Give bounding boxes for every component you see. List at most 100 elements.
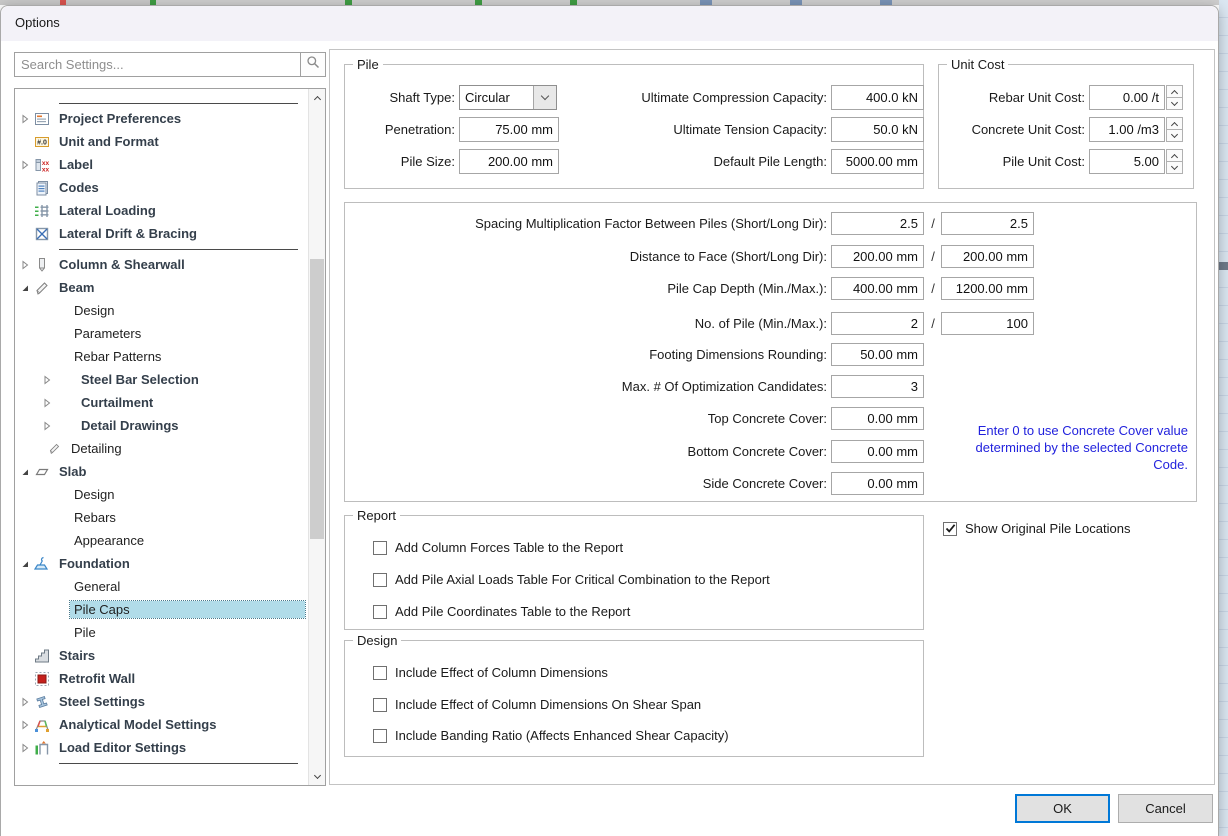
max-of-optimization-candidates-field[interactable]: 3 — [831, 375, 924, 398]
tree-item-pile-caps[interactable]: Pile Caps — [15, 598, 308, 621]
ok-button[interactable]: OK — [1015, 794, 1110, 823]
rebar-unit-cost-field[interactable]: 0.00 /t — [1089, 85, 1165, 110]
spin-down-button[interactable] — [1166, 97, 1183, 110]
tree-item-curtailment[interactable]: Curtailment — [15, 391, 308, 414]
tree-item-project-preferences[interactable]: Project Preferences — [15, 107, 308, 130]
design-group-title: Design — [353, 633, 401, 648]
expander-collapsed-icon[interactable] — [41, 420, 53, 432]
include-effect-of-column-dimensions-on-shear-span-checkbox[interactable]: Include Effect of Column Dimensions On S… — [373, 697, 701, 712]
tree-item-label: Detail Drawings — [77, 417, 183, 434]
search-button[interactable] — [300, 53, 325, 76]
window-title: Options — [15, 15, 60, 30]
search-input[interactable] — [15, 53, 300, 76]
foundation-icon — [33, 556, 51, 572]
tree-item-label: Rebars — [70, 509, 120, 526]
scroll-up-button[interactable] — [309, 89, 325, 106]
add-column-forces-table-to-the-report-checkbox[interactable]: Add Column Forces Table to the Report — [373, 540, 623, 555]
expander-expanded-icon[interactable] — [19, 466, 31, 478]
spacing-multiplication-factor-between-piles-short-long-dir-label: Spacing Multiplication Factor Between Pi… — [345, 212, 827, 235]
tree-item-detail-drawings[interactable]: Detail Drawings — [15, 414, 308, 437]
no-of-pile-min-max-label: No. of Pile (Min./Max.): — [345, 312, 827, 335]
chevron-up-icon — [1171, 89, 1178, 96]
tree-item-design[interactable]: Design — [15, 299, 308, 322]
scroll-down-button[interactable] — [309, 768, 325, 785]
expander-collapsed-icon[interactable] — [19, 113, 31, 125]
pile-size-label: Pile Size: — [345, 149, 455, 174]
tree-item-analytical-model-settings[interactable]: Analytical Model Settings — [15, 713, 308, 736]
add-pile-axial-loads-table-for-critical-combination-to-the-report-checkbox[interactable]: Add Pile Axial Loads Table For Critical … — [373, 572, 770, 587]
checkbox — [373, 573, 387, 587]
tree-scrollbar[interactable] — [308, 89, 325, 785]
include-effect-of-column-dimensions-checkbox[interactable]: Include Effect of Column Dimensions — [373, 665, 608, 680]
tree-item-load-editor-settings[interactable]: Load Editor Settings — [15, 736, 308, 759]
tree-item-pile[interactable]: Pile — [15, 621, 308, 644]
pile-cap-depth-min-max-field[interactable]: 400.00 mm — [831, 277, 924, 300]
add-pile-coordinates-table-to-the-report-checkbox[interactable]: Add Pile Coordinates Table to the Report — [373, 604, 630, 619]
tree-item-label[interactable]: xxxxLabel — [15, 153, 308, 176]
show-original-pile-locations-checkbox[interactable]: Show Original Pile Locations — [943, 521, 1130, 536]
tree-item-column-shearwall[interactable]: Column & Shearwall — [15, 253, 308, 276]
expander-collapsed-icon[interactable] — [19, 719, 31, 731]
include-banding-ratio-affects-enhanced-shear-capacity-checkbox[interactable]: Include Banding Ratio (Affects Enhanced … — [373, 728, 729, 743]
default-pile-length-label: Default Pile Length: — [495, 149, 827, 174]
tree-item-label: Parameters — [70, 325, 145, 342]
tree-item-stairs[interactable]: Stairs — [15, 644, 308, 667]
expander-collapsed-icon[interactable] — [41, 374, 53, 386]
tree-item-label: Design — [70, 302, 118, 319]
no-of-pile-min-max-field[interactable]: 2 — [831, 312, 924, 335]
expander-collapsed-icon[interactable] — [41, 397, 53, 409]
scroll-thumb[interactable] — [310, 259, 324, 539]
tree-item-rebar-patterns[interactable]: Rebar Patterns — [15, 345, 308, 368]
spacing-multiplication-factor-between-piles-short-long-dir-field[interactable]: 2.5 — [831, 212, 924, 235]
concrete-unit-cost-field[interactable]: 1.00 /m3 — [1089, 117, 1165, 142]
side-concrete-cover-field[interactable]: 0.00 mm — [831, 472, 924, 495]
tree-item-design[interactable]: Design — [15, 483, 308, 506]
tree-item-appearance[interactable]: Appearance — [15, 529, 308, 552]
tree-item-retrofit-wall[interactable]: Retrofit Wall — [15, 667, 308, 690]
dialog-titlebar: Options — [1, 6, 1218, 41]
tree-item-steel-bar-selection[interactable]: Steel Bar Selection — [15, 368, 308, 391]
expander-expanded-icon[interactable] — [19, 282, 31, 294]
tree-item-codes[interactable]: Codes — [15, 176, 308, 199]
tree-item-label: Codes — [55, 179, 103, 196]
top-concrete-cover-field[interactable]: 0.00 mm — [831, 407, 924, 430]
tree-item-label: Label — [55, 156, 97, 173]
tree-item-detailing[interactable]: Detailing — [15, 437, 308, 460]
spin-down-button[interactable] — [1166, 129, 1183, 142]
codes-icon — [33, 180, 51, 196]
ultimate-tension-capacity-field[interactable]: 50.0 kN — [831, 117, 924, 142]
tree-item-rebars[interactable]: Rebars — [15, 506, 308, 529]
expander-collapsed-icon[interactable] — [19, 259, 31, 271]
pile-cap-depth-min-max-label: Pile Cap Depth (Min./Max.): — [345, 277, 827, 300]
bottom-concrete-cover-field[interactable]: 0.00 mm — [831, 440, 924, 463]
expander-collapsed-icon[interactable] — [19, 742, 31, 754]
tree-item-slab[interactable]: Slab — [15, 460, 308, 483]
pile-cap-depth-min-max-field-2[interactable]: 1200.00 mm — [941, 277, 1034, 300]
no-of-pile-min-max-field-2[interactable]: 100 — [941, 312, 1034, 335]
tree-item-steel-settings[interactable]: Steel Settings — [15, 690, 308, 713]
search-box — [14, 52, 326, 77]
tree-item-general[interactable]: General — [15, 575, 308, 598]
tree-item-unit-and-format[interactable]: #.0Unit and Format — [15, 130, 308, 153]
distance-to-face-short-long-dir-field-2[interactable]: 200.00 mm — [941, 245, 1034, 268]
ultimate-compression-capacity-field[interactable]: 400.0 kN — [831, 85, 924, 110]
spin-down-button[interactable] — [1166, 161, 1183, 174]
default-pile-length-field[interactable]: 5000.00 mm — [831, 149, 924, 174]
tree-item-label: Beam — [55, 279, 98, 296]
spacing-multiplication-factor-between-piles-short-long-dir-field-2[interactable]: 2.5 — [941, 212, 1034, 235]
tree-item-lateral-loading[interactable]: Lateral Loading — [15, 199, 308, 222]
tree-item-foundation[interactable]: Foundation — [15, 552, 308, 575]
footing-dimensions-rounding-field[interactable]: 50.00 mm — [831, 343, 924, 366]
checkbox-label: Add Pile Axial Loads Table For Critical … — [395, 572, 770, 587]
tree-item-parameters[interactable]: Parameters — [15, 322, 308, 345]
tree-item-lateral-drift-bracing[interactable]: Lateral Drift & Bracing — [15, 222, 308, 245]
expander-collapsed-icon[interactable] — [19, 696, 31, 708]
expander-expanded-icon[interactable] — [19, 558, 31, 570]
footing-dimensions-rounding-label: Footing Dimensions Rounding: — [345, 343, 827, 366]
cancel-button[interactable]: Cancel — [1118, 794, 1213, 823]
tree-item-beam[interactable]: Beam — [15, 276, 308, 299]
distance-to-face-short-long-dir-field[interactable]: 200.00 mm — [831, 245, 924, 268]
expander-collapsed-icon[interactable] — [19, 159, 31, 171]
checkbox-label: Include Banding Ratio (Affects Enhanced … — [395, 728, 729, 743]
pile-unit-cost-field[interactable]: 5.00 — [1089, 149, 1165, 174]
